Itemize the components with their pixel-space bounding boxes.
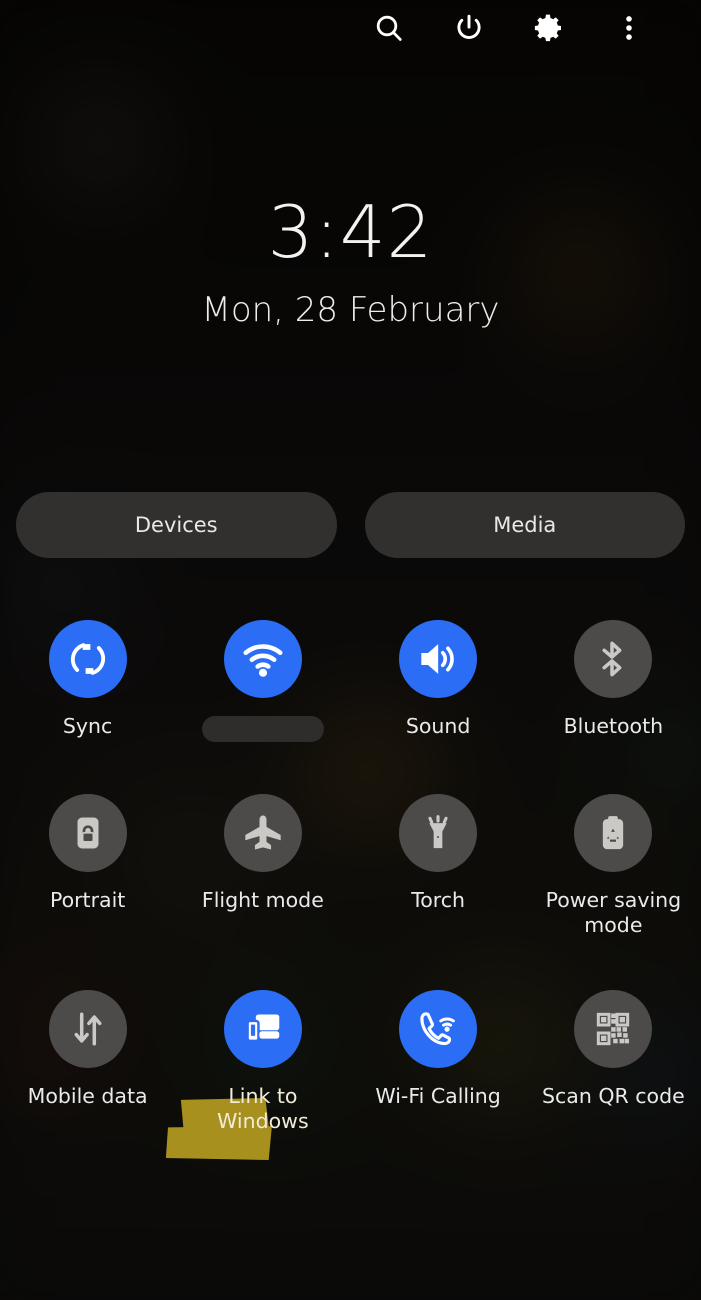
sound-icon[interactable] [399, 620, 478, 698]
quick-toggle-grid: Sync Sound Bluetooth Portrait Flight mode Tor… [0, 620, 701, 1160]
quick-toggle-label: Wi-Fi Calling [375, 1084, 501, 1108]
clock-date: Mon, 28 February [201, 290, 500, 330]
data-arrows-icon[interactable] [48, 990, 127, 1068]
quick-toggle-flashlight[interactable]: Torch [351, 794, 526, 938]
quick-toggle-label: Sound [405, 714, 471, 738]
quick-toggle-sound[interactable]: Sound [351, 620, 526, 742]
quick-toggle-bluetooth[interactable]: Bluetooth [526, 620, 701, 742]
wifi-icon[interactable] [223, 620, 302, 698]
battery-eco-icon[interactable] [574, 794, 653, 872]
rotation-lock-icon[interactable] [48, 794, 127, 872]
sync-icon[interactable] [48, 620, 127, 698]
quick-toggle-label: Flight mode [201, 888, 324, 912]
quick-toggle-label-redacted [201, 716, 324, 742]
quick-toggle-wifi-calling[interactable]: Wi-Fi Calling [351, 990, 526, 1134]
quick-toggle-label: Power saving mode [545, 888, 682, 937]
overflow-menu-icon[interactable] [613, 12, 645, 44]
quick-settings-panel: 3:42 Mon, 28 February Devices Media Sync… [0, 0, 701, 1300]
quick-toggle-battery-eco[interactable]: Power saving mode [526, 794, 701, 938]
quick-toggle-airplane[interactable]: Flight mode [175, 794, 350, 938]
link-to-windows-icon[interactable] [223, 990, 302, 1068]
power-icon[interactable] [453, 12, 485, 44]
wifi-calling-icon[interactable] [399, 990, 478, 1068]
bluetooth-icon[interactable] [574, 620, 653, 698]
devices-button[interactable]: Devices [16, 492, 337, 558]
devices-label: Devices [134, 513, 218, 537]
quick-toggle-label: Scan QR code [542, 1084, 685, 1108]
quick-toggle-label: Torch [411, 888, 466, 912]
media-label: Media [493, 513, 557, 537]
quick-toggle-link-to-windows[interactable]: Link to Windows [165, 990, 350, 1160]
quick-toggle-qr-code[interactable]: Scan QR code [526, 990, 701, 1134]
media-button[interactable]: Media [364, 492, 685, 558]
quick-toggle-label: Mobile data [27, 1084, 148, 1108]
quick-toggle-wifi[interactable] [175, 620, 350, 742]
airplane-icon[interactable] [223, 794, 302, 872]
lockscreen-clock: 3:42 Mon, 28 February [0, 196, 701, 330]
highlighted-label-wrapper: Link to Windows [165, 1084, 338, 1160]
quick-toggle-label: Portrait [49, 888, 126, 912]
clock-time: 3:42 [267, 190, 434, 274]
gear-icon[interactable] [533, 12, 565, 44]
quick-toggle-rotation-lock[interactable]: Portrait [0, 794, 175, 938]
quick-toggle-data-arrows[interactable]: Mobile data [0, 990, 175, 1134]
quick-toggle-label: Bluetooth [563, 714, 664, 738]
quick-toggle-sync[interactable]: Sync [0, 620, 175, 742]
search-icon[interactable] [373, 12, 405, 44]
qr-code-icon[interactable] [574, 990, 653, 1068]
quick-settings-toolbar [0, 0, 701, 56]
pill-button-row: Devices Media [16, 492, 685, 558]
flashlight-icon[interactable] [399, 794, 478, 872]
quick-toggle-label: Sync [62, 714, 113, 738]
quick-toggle-label: Link to Windows [217, 1084, 309, 1133]
